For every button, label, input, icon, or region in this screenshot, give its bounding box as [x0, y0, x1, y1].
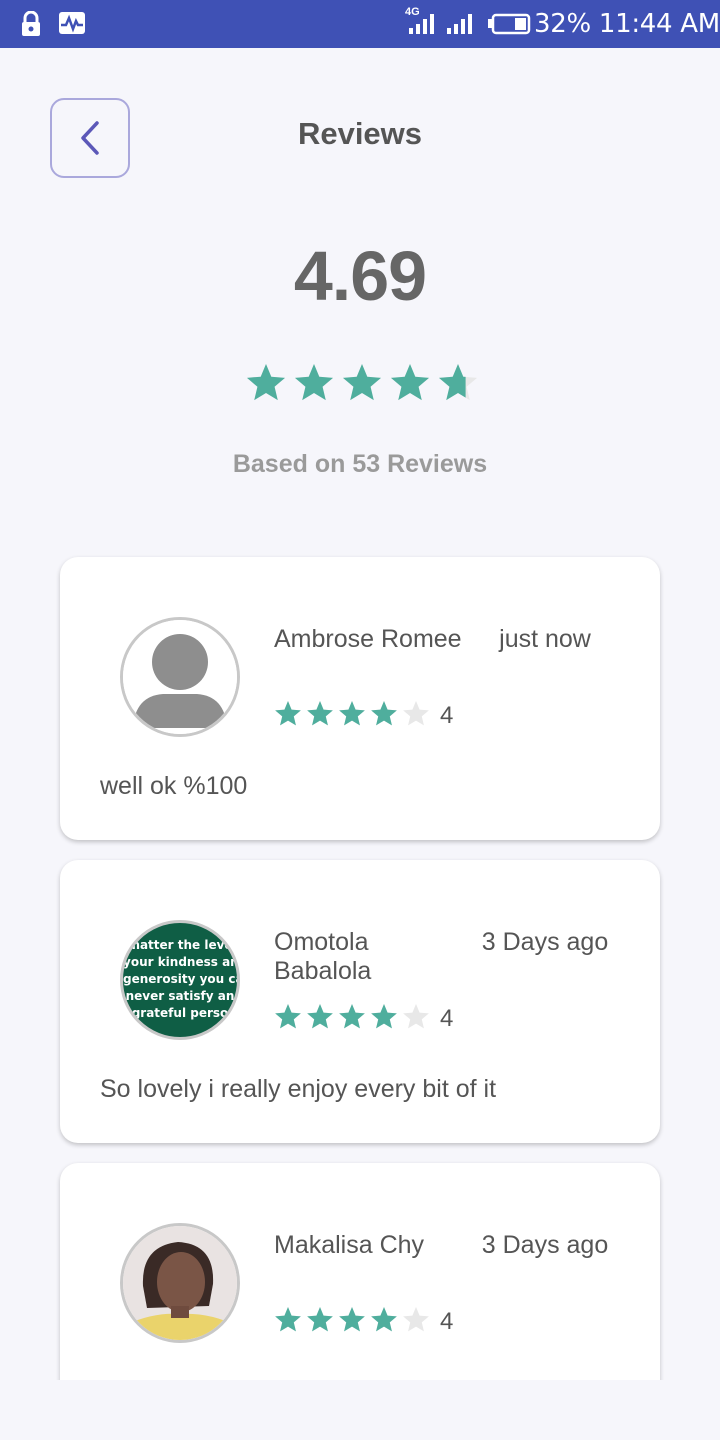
review-star-fill-4 — [371, 1004, 397, 1029]
average-star-fill-2 — [294, 364, 334, 401]
activity-icon — [59, 12, 85, 34]
review-star-fill-3 — [339, 1307, 365, 1332]
review-text: So lovely i really enjoy every bit of it — [100, 1075, 497, 1103]
reviewer-name: Ambrose Romee — [274, 625, 462, 653]
review-time: just now — [499, 625, 591, 653]
bottom-area — [0, 1380, 720, 1440]
default-person-avatar — [120, 617, 240, 737]
review-star-fill-3 — [339, 701, 365, 726]
review-text: well ok %100 — [100, 772, 248, 800]
review-star-rating — [275, 1307, 429, 1332]
review-star-fill-2 — [307, 1004, 333, 1029]
reviewer-name: Omotola Babalola — [274, 928, 372, 985]
signal-icon-2 — [447, 14, 472, 34]
review-star-rating — [275, 701, 429, 726]
average-star-fill-1 — [246, 364, 286, 401]
quote-avatar: matter the leve your kindness and genero… — [120, 920, 240, 1040]
review-rating-value: 4 — [440, 1005, 454, 1032]
average-star-rating — [246, 364, 478, 401]
review-time: 3 Days ago — [481, 1231, 609, 1259]
battery-icon — [488, 13, 531, 35]
reviews-list[interactable]: Ambrose Romee just now 4 well ok %100 ma… — [0, 540, 720, 1380]
clock: 11:44 AM — [598, 9, 720, 39]
review-star-fill-4 — [371, 1307, 397, 1332]
review-card: matter the leve your kindness and genero… — [60, 860, 660, 1143]
review-star-5 — [403, 1004, 429, 1029]
photo-avatar — [120, 1223, 240, 1343]
review-card: Ambrose Romee just now 4 well ok %100 — [60, 557, 660, 840]
avatar-quote: matter the leve your kindness and genero… — [123, 938, 240, 1020]
review-star-fill-2 — [307, 1307, 333, 1332]
review-star-5 — [403, 1307, 429, 1332]
review-rating-value: 4 — [440, 1308, 454, 1335]
review-card: Makalisa Chy 3 Days ago 4 — [60, 1163, 660, 1380]
review-star-fill-4 — [371, 701, 397, 726]
review-star-fill-1 — [275, 701, 301, 726]
review-rating-value: 4 — [440, 702, 454, 729]
review-star-fill-2 — [307, 701, 333, 726]
lock-icon — [22, 11, 40, 36]
review-star-fill-3 — [339, 1004, 365, 1029]
average-rating: 4.69 — [293, 237, 427, 315]
average-star-fill-3 — [342, 364, 382, 401]
reviewer-name: Makalisa Chy — [274, 1231, 425, 1259]
status-bar: 4G 32% 11:44 AM — [0, 0, 720, 48]
battery-level: 32% — [534, 9, 591, 39]
status-text: 32% 11:44 AM — [534, 9, 720, 39]
review-star-5 — [403, 701, 429, 726]
review-time: 3 Days ago — [481, 928, 609, 956]
review-count-text: Based on 53 Reviews — [232, 450, 488, 478]
review-star-rating — [275, 1004, 429, 1029]
review-star-fill-1 — [275, 1307, 301, 1332]
signal-icon — [409, 14, 434, 34]
average-star-fill-4 — [390, 364, 430, 401]
review-star-fill-1 — [275, 1004, 301, 1029]
page-title: Reviews — [297, 116, 423, 151]
